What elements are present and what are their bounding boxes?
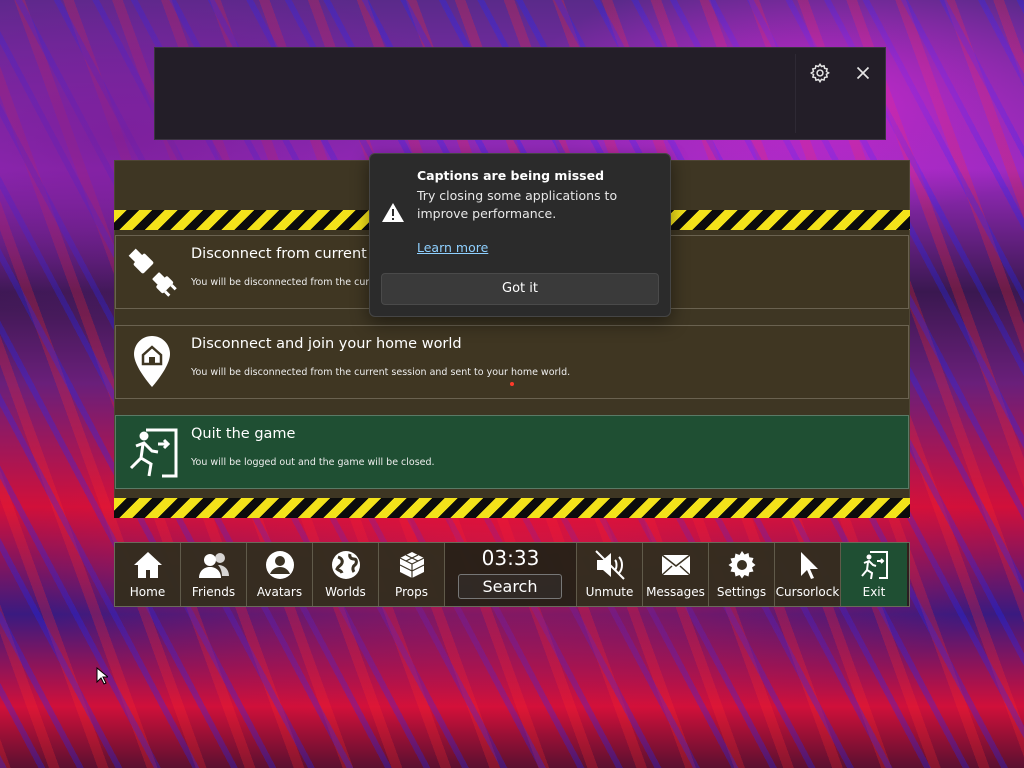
- friends-icon: [198, 549, 230, 581]
- option-quit-game[interactable]: Quit the game You will be logged out and…: [115, 415, 909, 489]
- home-pin-icon: [122, 332, 182, 392]
- cube-icon: [396, 549, 428, 581]
- avatars-button[interactable]: Avatars: [247, 543, 313, 606]
- cursorlock-button[interactable]: Cursorlock: [775, 543, 841, 606]
- home-button[interactable]: Home: [115, 543, 181, 606]
- clock-display: 03:33: [481, 546, 540, 570]
- friends-label: Friends: [191, 585, 236, 599]
- warning-icon: [381, 201, 405, 225]
- caption-divider: [795, 54, 796, 133]
- mouse-pointer-icon: [96, 666, 110, 685]
- pointer-dot: [510, 382, 514, 386]
- messages-label: Messages: [646, 585, 705, 599]
- exit-door-icon: [122, 422, 182, 482]
- option-description: You will be disconnected from the curre: [191, 277, 379, 288]
- clock-search-panel: 03:33 Search: [445, 543, 577, 606]
- hazard-stripe-bottom: [114, 498, 910, 518]
- exit-icon: [858, 549, 890, 581]
- props-label: Props: [395, 585, 428, 599]
- friends-button[interactable]: Friends: [181, 543, 247, 606]
- unmute-button[interactable]: Unmute: [577, 543, 643, 606]
- option-description: You will be disconnected from the curren…: [191, 367, 571, 378]
- quick-menu-bar: Home Friends Avatars Worlds Props 03:33 …: [114, 542, 910, 607]
- cursor-icon: [792, 549, 824, 581]
- avatar-icon: [264, 549, 296, 581]
- live-captions-bar: [154, 47, 886, 140]
- gear-icon[interactable]: [809, 62, 831, 84]
- unplug-icon: [122, 242, 182, 302]
- captions-warning-toast: Captions are being missed Try closing so…: [369, 153, 671, 317]
- props-button[interactable]: Props: [379, 543, 445, 606]
- settings-button[interactable]: Settings: [709, 543, 775, 606]
- home-icon: [132, 549, 164, 581]
- gear-icon: [726, 549, 758, 581]
- messages-button[interactable]: Messages: [643, 543, 709, 606]
- settings-label: Settings: [716, 585, 767, 599]
- worlds-label: Worlds: [325, 585, 366, 599]
- envelope-icon: [660, 549, 692, 581]
- toast-title: Captions are being missed: [417, 168, 605, 183]
- learn-more-link[interactable]: Learn more: [417, 240, 488, 255]
- speaker-muted-icon: [594, 549, 626, 581]
- worlds-button[interactable]: Worlds: [313, 543, 379, 606]
- avatars-label: Avatars: [256, 585, 303, 599]
- globe-icon: [330, 549, 362, 581]
- cursorlock-label: Cursorlock: [775, 585, 840, 599]
- option-description: You will be logged out and the game will…: [191, 457, 435, 468]
- exit-button[interactable]: Exit: [841, 543, 907, 606]
- option-title: Quit the game: [191, 426, 296, 442]
- got-it-button[interactable]: Got it: [381, 273, 659, 305]
- close-icon[interactable]: [852, 62, 874, 84]
- search-button[interactable]: Search: [458, 574, 562, 599]
- option-home-world[interactable]: Disconnect and join your home world You …: [115, 325, 909, 399]
- toast-body: Try closing some applications to improve…: [417, 188, 618, 221]
- home-label: Home: [129, 585, 166, 599]
- exit-label: Exit: [862, 585, 886, 599]
- unmute-label: Unmute: [585, 585, 634, 599]
- option-title: Disconnect from current Se: [191, 246, 390, 262]
- option-title: Disconnect and join your home world: [191, 336, 462, 352]
